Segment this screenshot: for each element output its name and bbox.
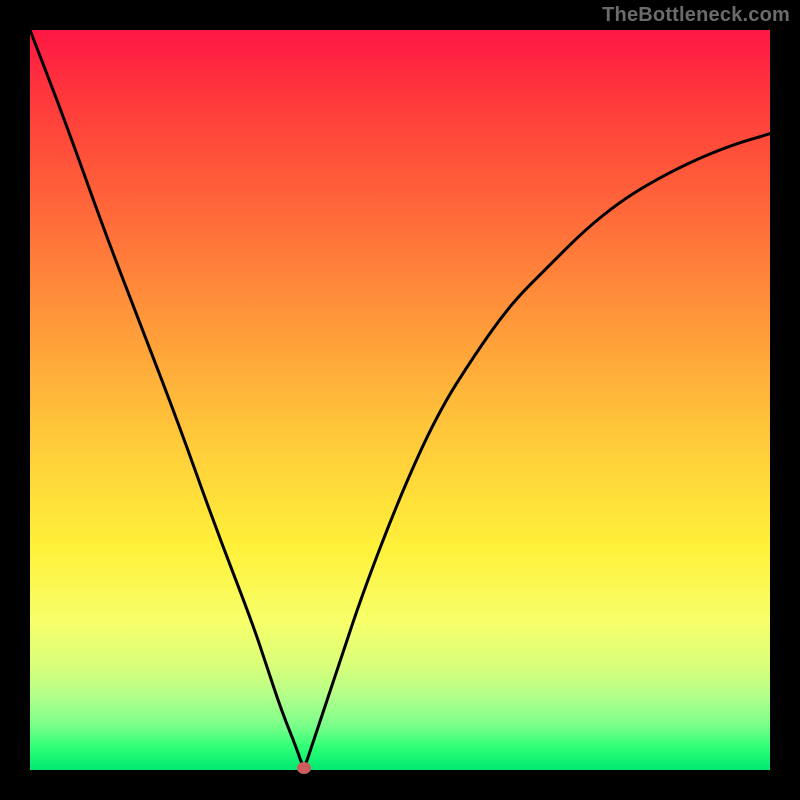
plot-area bbox=[30, 30, 770, 770]
curve-svg bbox=[30, 30, 770, 770]
watermark-text: TheBottleneck.com bbox=[602, 4, 790, 27]
chart-frame: TheBottleneck.com bbox=[0, 0, 800, 800]
bottleneck-curve bbox=[30, 30, 770, 764]
minimum-marker bbox=[297, 762, 311, 774]
